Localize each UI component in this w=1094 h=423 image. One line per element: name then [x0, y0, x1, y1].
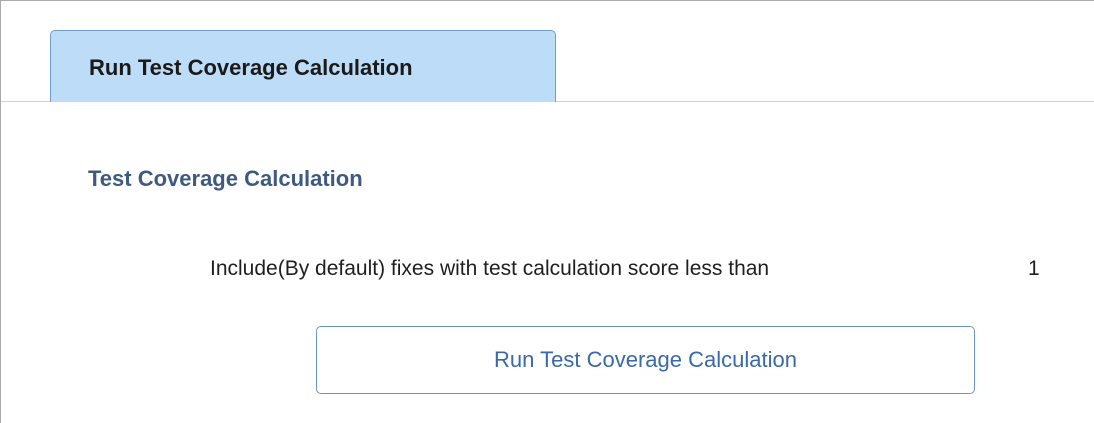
tab-label: Run Test Coverage Calculation — [89, 55, 413, 80]
tab-run-test-coverage-calculation[interactable]: Run Test Coverage Calculation — [50, 30, 556, 102]
section-title: Test Coverage Calculation — [88, 166, 363, 191]
score-threshold-value: 1 — [1028, 257, 1040, 280]
run-test-coverage-calculation-button[interactable]: Run Test Coverage Calculation — [316, 326, 975, 394]
page-frame: Run Test Coverage Calculation Test Cover… — [0, 0, 1094, 423]
score-threshold-label: Include(By default) fixes with test calc… — [210, 257, 770, 280]
